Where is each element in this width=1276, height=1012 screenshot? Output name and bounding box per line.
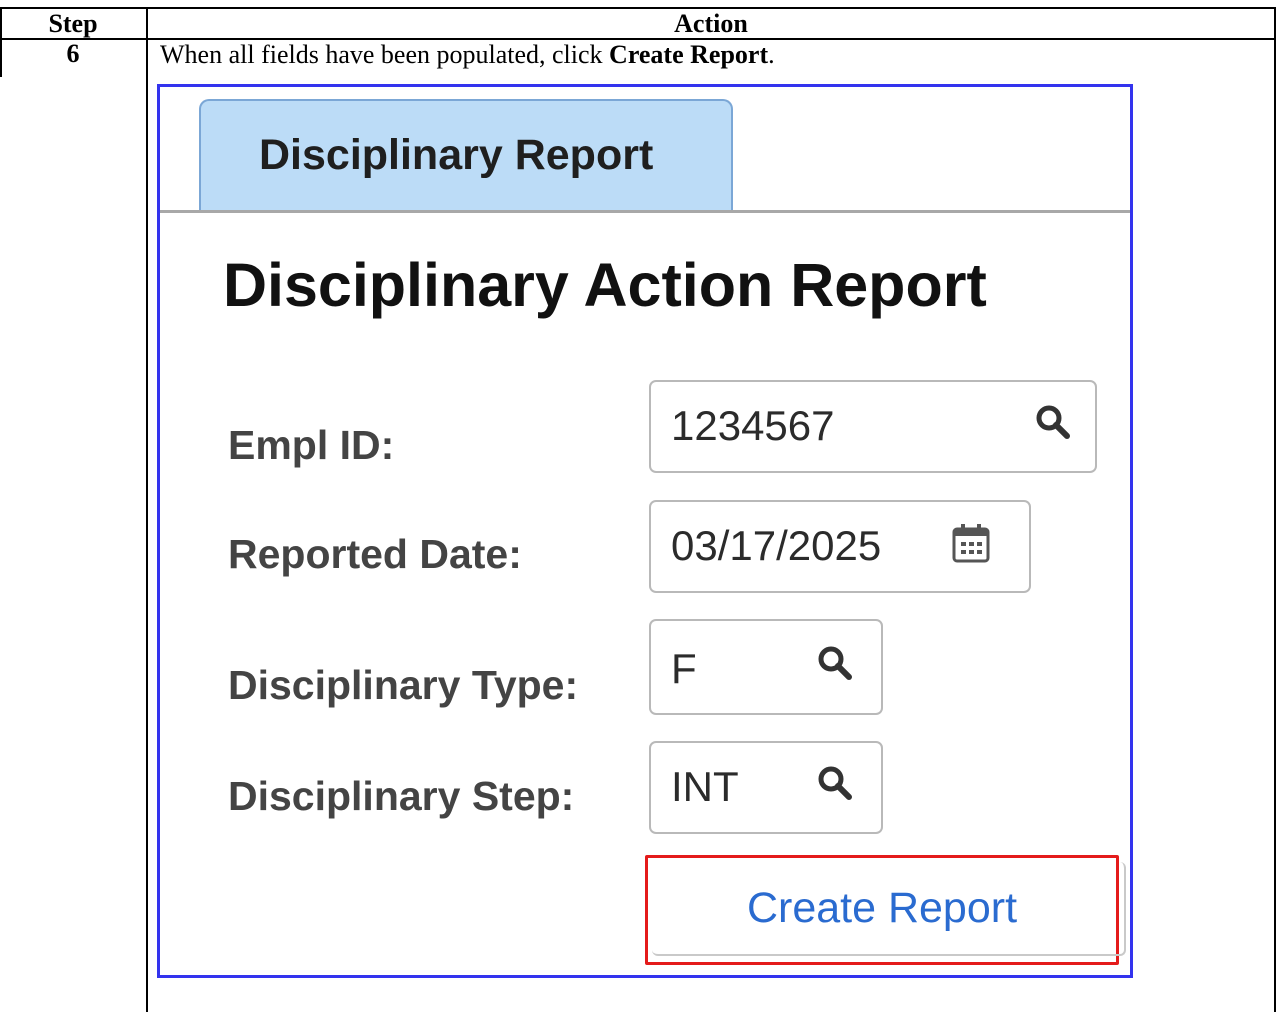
tab-strip: Disciplinary Report	[160, 87, 1130, 213]
empl-id-value: 1234567	[671, 402, 835, 449]
step-instruction: When all fields have been populated, cli…	[160, 40, 775, 70]
instruction-suffix: .	[768, 40, 775, 69]
disciplinary-step-field[interactable]: INT	[649, 741, 883, 834]
disciplinary-type-label: Disciplinary Type:	[228, 662, 579, 708]
step-number: 6	[66, 39, 80, 68]
tab-disciplinary-report[interactable]: Disciplinary Report	[199, 99, 733, 211]
reported-date-value: 03/17/2025	[671, 522, 882, 569]
page-title: Disciplinary Action Report	[223, 251, 987, 319]
disciplinary-step-label: Disciplinary Step:	[228, 773, 575, 819]
instruction-prefix: When all fields have been populated, cli…	[160, 40, 610, 69]
tab-label: Disciplinary Report	[259, 131, 654, 179]
embedded-screenshot: Disciplinary Report Disciplinary Action …	[157, 84, 1133, 978]
reported-date-field[interactable]: 03/17/2025	[649, 500, 1031, 593]
search-icon[interactable]	[817, 645, 853, 681]
create-report-button[interactable]: Create Report	[645, 855, 1126, 965]
search-icon[interactable]	[1035, 404, 1071, 440]
calendar-icon[interactable]	[951, 522, 991, 564]
header-action: Action	[674, 9, 748, 38]
empl-id-field[interactable]: 1234567	[649, 380, 1097, 473]
disciplinary-type-field[interactable]: F	[649, 619, 883, 715]
disciplinary-step-value: INT	[671, 763, 739, 810]
instruction-bold-target: Create Report	[609, 40, 769, 69]
column-divider	[146, 7, 148, 1012]
empl-id-label: Empl ID:	[228, 422, 395, 468]
tab-underline	[160, 210, 1130, 213]
step-table: Step Action 6 When all fields have been …	[0, 0, 1276, 1012]
disciplinary-type-value: F	[671, 645, 697, 692]
search-icon[interactable]	[817, 765, 853, 801]
header-step: Step	[48, 9, 98, 38]
reported-date-label: Reported Date:	[228, 531, 522, 577]
create-report-button-label: Create Report	[746, 884, 1018, 932]
